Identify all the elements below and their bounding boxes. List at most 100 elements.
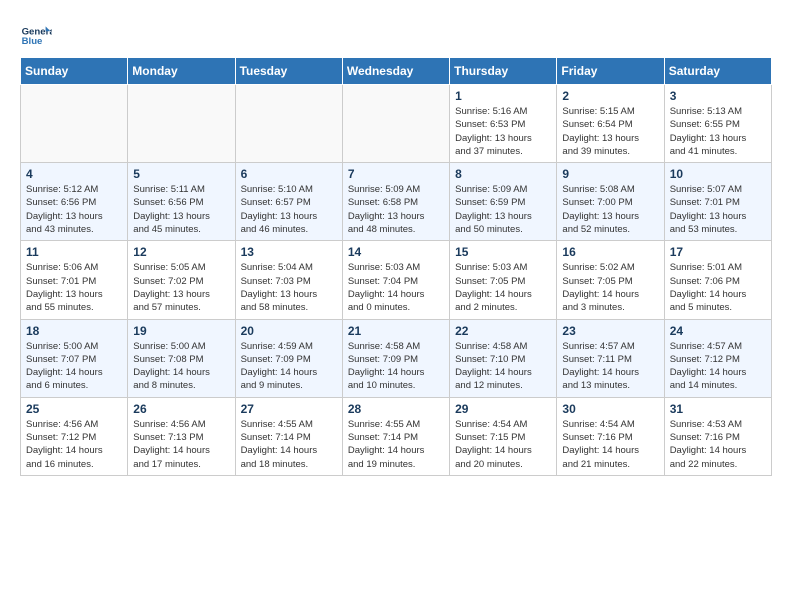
day-number: 15 [455, 245, 551, 259]
calendar-cell: 20 Sunrise: 4:59 AM Sunset: 7:09 PM Dayli… [235, 319, 342, 397]
day-number: 17 [670, 245, 766, 259]
calendar-cell: 14 Sunrise: 5:03 AM Sunset: 7:04 PM Dayli… [342, 241, 449, 319]
calendar-cell: 11 Sunrise: 5:06 AM Sunset: 7:01 PM Dayli… [21, 241, 128, 319]
calendar-cell: 16Sunrise: 5:02 AM Sunset: 7:05 PM Dayli… [557, 241, 664, 319]
week-row-5: 25 Sunrise: 4:56 AM Sunset: 7:12 PM Dayli… [21, 397, 772, 475]
calendar-cell: 31 Sunrise: 4:53 AM Sunset: 7:16 PM Dayli… [664, 397, 771, 475]
svg-text:Blue: Blue [22, 36, 43, 47]
calendar-cell [21, 85, 128, 163]
logo-icon: General Blue [20, 20, 52, 52]
calendar-cell: 17 Sunrise: 5:01 AM Sunset: 7:06 PM Dayli… [664, 241, 771, 319]
day-info: Sunrise: 5:03 AM Sunset: 7:04 PM Dayligh… [348, 261, 444, 314]
day-number: 2 [562, 89, 658, 103]
day-number: 30 [562, 402, 658, 416]
day-number: 8 [455, 167, 551, 181]
day-number: 31 [670, 402, 766, 416]
day-info: Sunrise: 5:01 AM Sunset: 7:06 PM Dayligh… [670, 261, 766, 314]
calendar-cell [235, 85, 342, 163]
week-row-4: 18Sunrise: 5:00 AM Sunset: 7:07 PM Dayli… [21, 319, 772, 397]
calendar-cell: 28Sunrise: 4:55 AM Sunset: 7:14 PM Dayli… [342, 397, 449, 475]
calendar-cell: 4 Sunrise: 5:12 AM Sunset: 6:56 PM Daylig… [21, 163, 128, 241]
calendar-cell: 22 Sunrise: 4:58 AM Sunset: 7:10 PM Dayli… [450, 319, 557, 397]
calendar-cell: 21 Sunrise: 4:58 AM Sunset: 7:09 PM Dayli… [342, 319, 449, 397]
calendar-cell: 27Sunrise: 4:55 AM Sunset: 7:14 PM Dayli… [235, 397, 342, 475]
calendar-cell: 15 Sunrise: 5:03 AM Sunset: 7:05 PM Dayli… [450, 241, 557, 319]
day-info: Sunrise: 5:00 AM Sunset: 7:08 PM Dayligh… [133, 340, 229, 393]
calendar-cell: 10Sunrise: 5:07 AM Sunset: 7:01 PM Dayli… [664, 163, 771, 241]
week-row-2: 4 Sunrise: 5:12 AM Sunset: 6:56 PM Daylig… [21, 163, 772, 241]
day-info: Sunrise: 5:12 AM Sunset: 6:56 PM Dayligh… [26, 183, 122, 236]
calendar-cell: 12 Sunrise: 5:05 AM Sunset: 7:02 PM Dayli… [128, 241, 235, 319]
day-number: 23 [562, 324, 658, 338]
day-number: 20 [241, 324, 337, 338]
day-number: 13 [241, 245, 337, 259]
calendar-cell: 24Sunrise: 4:57 AM Sunset: 7:12 PM Dayli… [664, 319, 771, 397]
day-number: 5 [133, 167, 229, 181]
logo: General Blue [20, 20, 52, 52]
calendar-cell: 2 Sunrise: 5:15 AM Sunset: 6:54 PM Daylig… [557, 85, 664, 163]
calendar-cell [128, 85, 235, 163]
day-number: 14 [348, 245, 444, 259]
calendar-cell: 8 Sunrise: 5:09 AM Sunset: 6:59 PM Daylig… [450, 163, 557, 241]
calendar-header-row: SundayMondayTuesdayWednesdayThursdayFrid… [21, 58, 772, 85]
day-number: 9 [562, 167, 658, 181]
calendar-cell: 9 Sunrise: 5:08 AM Sunset: 7:00 PM Daylig… [557, 163, 664, 241]
calendar-cell: 19 Sunrise: 5:00 AM Sunset: 7:08 PM Dayli… [128, 319, 235, 397]
day-info: Sunrise: 5:08 AM Sunset: 7:00 PM Dayligh… [562, 183, 658, 236]
day-info: Sunrise: 5:16 AM Sunset: 6:53 PM Dayligh… [455, 105, 551, 158]
calendar-cell [342, 85, 449, 163]
day-info: Sunrise: 4:58 AM Sunset: 7:10 PM Dayligh… [455, 340, 551, 393]
day-info: Sunrise: 4:56 AM Sunset: 7:13 PM Dayligh… [133, 418, 229, 471]
day-info: Sunrise: 5:11 AM Sunset: 6:56 PM Dayligh… [133, 183, 229, 236]
day-number: 11 [26, 245, 122, 259]
day-number: 25 [26, 402, 122, 416]
header-thursday: Thursday [450, 58, 557, 85]
calendar-cell: 29 Sunrise: 4:54 AM Sunset: 7:15 PM Dayli… [450, 397, 557, 475]
day-number: 16 [562, 245, 658, 259]
day-info: Sunrise: 4:56 AM Sunset: 7:12 PM Dayligh… [26, 418, 122, 471]
day-number: 12 [133, 245, 229, 259]
day-number: 22 [455, 324, 551, 338]
day-number: 7 [348, 167, 444, 181]
day-info: Sunrise: 4:54 AM Sunset: 7:16 PM Dayligh… [562, 418, 658, 471]
calendar-cell: 1 Sunrise: 5:16 AM Sunset: 6:53 PM Daylig… [450, 85, 557, 163]
day-number: 18 [26, 324, 122, 338]
day-info: Sunrise: 5:03 AM Sunset: 7:05 PM Dayligh… [455, 261, 551, 314]
day-info: Sunrise: 4:57 AM Sunset: 7:11 PM Dayligh… [562, 340, 658, 393]
day-info: Sunrise: 4:58 AM Sunset: 7:09 PM Dayligh… [348, 340, 444, 393]
header-monday: Monday [128, 58, 235, 85]
day-info: Sunrise: 4:59 AM Sunset: 7:09 PM Dayligh… [241, 340, 337, 393]
day-number: 1 [455, 89, 551, 103]
day-info: Sunrise: 4:53 AM Sunset: 7:16 PM Dayligh… [670, 418, 766, 471]
calendar-cell: 26 Sunrise: 4:56 AM Sunset: 7:13 PM Dayli… [128, 397, 235, 475]
header-tuesday: Tuesday [235, 58, 342, 85]
day-info: Sunrise: 4:55 AM Sunset: 7:14 PM Dayligh… [241, 418, 337, 471]
week-row-1: 1 Sunrise: 5:16 AM Sunset: 6:53 PM Daylig… [21, 85, 772, 163]
calendar-cell: 18Sunrise: 5:00 AM Sunset: 7:07 PM Dayli… [21, 319, 128, 397]
calendar-cell: 13Sunrise: 5:04 AM Sunset: 7:03 PM Dayli… [235, 241, 342, 319]
day-number: 28 [348, 402, 444, 416]
page-header: General Blue [20, 20, 772, 52]
day-info: Sunrise: 4:54 AM Sunset: 7:15 PM Dayligh… [455, 418, 551, 471]
day-info: Sunrise: 5:09 AM Sunset: 6:59 PM Dayligh… [455, 183, 551, 236]
day-info: Sunrise: 5:13 AM Sunset: 6:55 PM Dayligh… [670, 105, 766, 158]
calendar-cell: 25 Sunrise: 4:56 AM Sunset: 7:12 PM Dayli… [21, 397, 128, 475]
day-number: 10 [670, 167, 766, 181]
header-friday: Friday [557, 58, 664, 85]
day-number: 4 [26, 167, 122, 181]
day-number: 26 [133, 402, 229, 416]
calendar-cell: 7Sunrise: 5:09 AM Sunset: 6:58 PM Daylig… [342, 163, 449, 241]
day-info: Sunrise: 5:10 AM Sunset: 6:57 PM Dayligh… [241, 183, 337, 236]
day-number: 19 [133, 324, 229, 338]
header-wednesday: Wednesday [342, 58, 449, 85]
calendar-cell: 5 Sunrise: 5:11 AM Sunset: 6:56 PM Daylig… [128, 163, 235, 241]
calendar-table: SundayMondayTuesdayWednesdayThursdayFrid… [20, 57, 772, 476]
day-number: 21 [348, 324, 444, 338]
day-number: 6 [241, 167, 337, 181]
calendar-cell: 3Sunrise: 5:13 AM Sunset: 6:55 PM Daylig… [664, 85, 771, 163]
day-info: Sunrise: 5:06 AM Sunset: 7:01 PM Dayligh… [26, 261, 122, 314]
week-row-3: 11 Sunrise: 5:06 AM Sunset: 7:01 PM Dayli… [21, 241, 772, 319]
day-info: Sunrise: 5:05 AM Sunset: 7:02 PM Dayligh… [133, 261, 229, 314]
day-info: Sunrise: 5:15 AM Sunset: 6:54 PM Dayligh… [562, 105, 658, 158]
day-number: 29 [455, 402, 551, 416]
